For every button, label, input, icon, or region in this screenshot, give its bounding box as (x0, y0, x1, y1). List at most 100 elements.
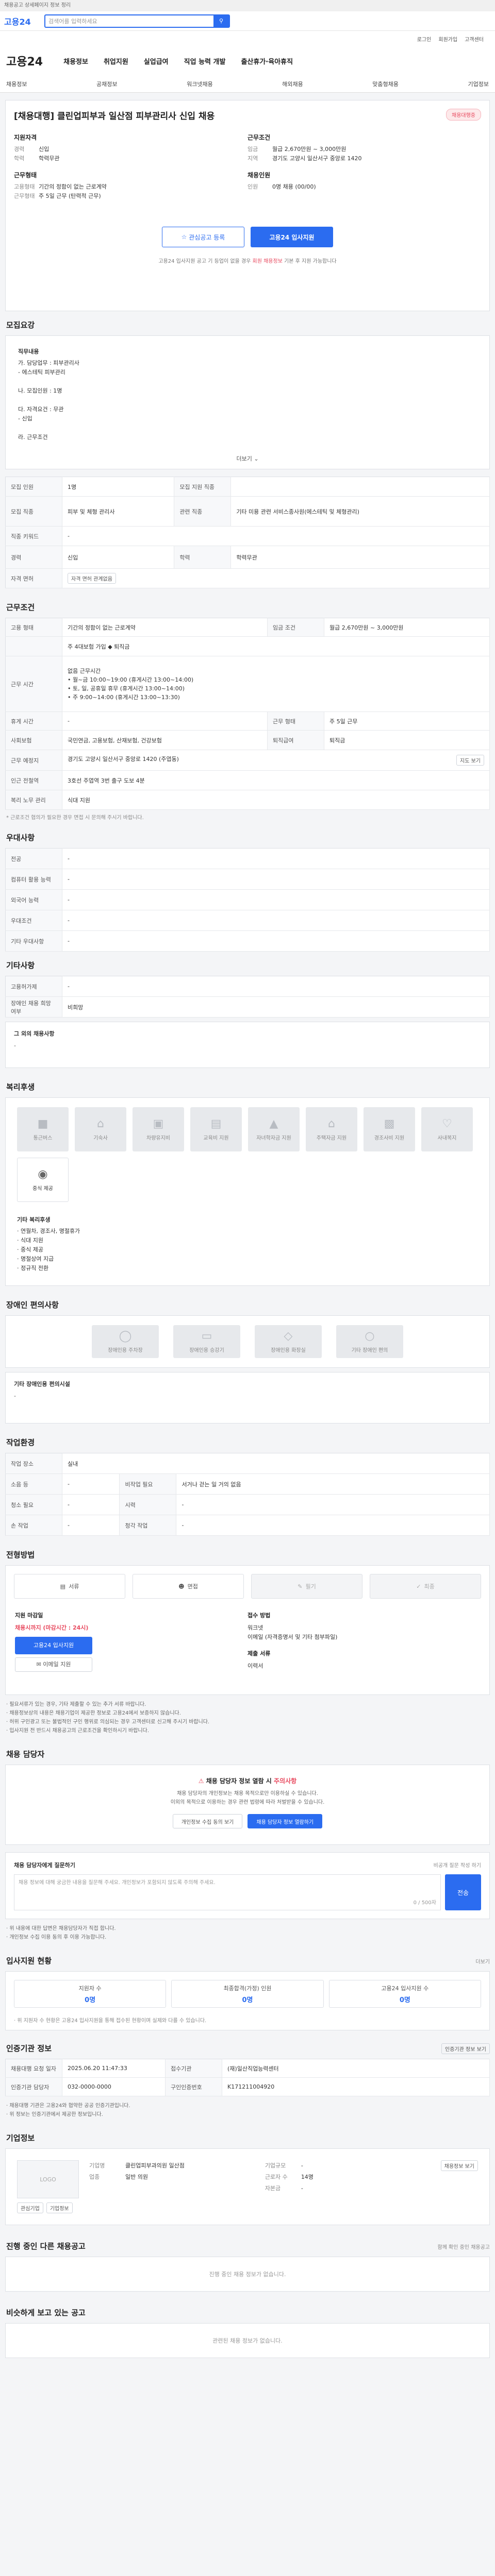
prefer-key: 전공 (5, 848, 62, 869)
prefer-value: - (62, 848, 490, 869)
warn-pre: 채용 담당자 정보 열람 시 (206, 1777, 274, 1785)
deadline-title: 지원 마감일 (15, 1612, 43, 1619)
etc-table: 고용허가제 - 장애인 채용 희망 여부 비희망 (5, 976, 490, 1018)
welfare-box: ■ 통근버스 ⌂ 기숙사 ▣ 차량유지비 ▤ 교육비 지원 ▲ 자녀학자금 지원 ⌂ 주택자… (5, 1097, 490, 1286)
welfare-item: · 중식 제공 (17, 1246, 43, 1253)
tile-label: 경조사비 지원 (374, 1136, 405, 1141)
tile-label: 기타 장애인 편의 (351, 1348, 388, 1353)
prefer-title: 우대사항 (6, 833, 35, 842)
env-key: 소음 등 (5, 1473, 62, 1495)
req-value: 학력무관 (230, 546, 490, 569)
top-bar: 채용공고 상세페이지 정보 정리 고용24 검색어를 입력하세요 ⚲ (0, 0, 495, 31)
req-key: 모집 지원 직종 (174, 477, 232, 497)
detail-more-link[interactable]: 더보기 ⌄ (6, 447, 489, 468)
gnb-menu-leave[interactable]: 출산휴가·육아휴직 (241, 56, 293, 66)
company-fav-button[interactable]: 관심기업 (17, 2202, 43, 2213)
cond-value: - (62, 711, 268, 731)
time-line: • 토, 일, 공휴일 휴무 (휴게시간 13:00~14:00) (68, 685, 185, 692)
disabled-tile: ▭ 장애인용 승강기 (173, 1325, 240, 1358)
kv-value: 기간의 정함이 없는 근로계약 (39, 183, 107, 190)
pencil-icon: ✎ (298, 1583, 303, 1590)
sub-menu-4[interactable]: 해외채용 (282, 80, 303, 88)
toilet-icon: ◇ (284, 1330, 293, 1343)
contact-warning: ⚠ 채용 담당자 정보 열람 시 주의사항 (17, 1776, 478, 1785)
search-placeholder: 검색어를 입력하세요 (48, 18, 97, 25)
prefer-key: 우대조건 (5, 910, 62, 931)
note-link[interactable]: 회원 채용정보 (253, 259, 283, 264)
scrap-button[interactable]: ☆ 관심공고 등록 (162, 227, 244, 247)
qa-private-link[interactable]: 비공개 질문 작성 하기 (434, 1861, 481, 1869)
gnb-menu-training[interactable]: 직업 능력 개발 (184, 56, 226, 66)
detail-line: - 신입 (18, 415, 32, 422)
stats-note: · 위 지원자 수 현황은 고용24 입사지원을 통해 접수된 현황이며 실제와… (14, 2018, 207, 2024)
util-login[interactable]: 로그인 (417, 35, 432, 43)
disabled-title: 장애인 편의사항 (6, 1300, 59, 1310)
more-jobs-right[interactable]: 함께 확인 중인 채용공고 (437, 2243, 490, 2250)
brand-logo[interactable]: 고용24 (6, 53, 43, 69)
welfare-tile: ▲ 자녀학자금 지원 (248, 1107, 300, 1151)
view-contact-button[interactable]: 채용 담당자 정보 열람하기 (248, 1814, 323, 1828)
qa-send-button[interactable]: 전송 (445, 1874, 481, 1910)
stats-more-link[interactable]: 더보기 (475, 1957, 490, 1965)
sub-menu-2[interactable]: 공채정보 (96, 80, 117, 88)
company-jobs-button[interactable]: 채용정보 보기 (440, 2160, 478, 2171)
etc-value: - (62, 976, 490, 997)
privacy-consent-button[interactable]: 개인정보 수집 동의 보기 (172, 1814, 243, 1828)
qa-title: 채용 담당자에게 질문하기 (14, 1862, 75, 1869)
info-more-button[interactable]: 인증기관 정보 보기 (441, 2043, 490, 2054)
top-logo[interactable]: 고용24 (4, 15, 40, 27)
elevator-icon: ▭ (201, 1330, 212, 1343)
company-value: 일반 의원 (125, 2174, 148, 2180)
sub-menu-1[interactable]: 채용정보 (6, 80, 27, 88)
apply-button[interactable]: 고용24 입사지원 (251, 227, 333, 247)
req-value: 1명 (62, 477, 175, 497)
qa-textarea[interactable]: 채용 정보에 대해 궁금한 내용을 질문해 주세요. 개인정보가 포함되지 않도… (14, 1874, 441, 1910)
disabled-tiles: ◯ 장애인용 주차장 ▭ 장애인용 승강기 ◇ 장애인용 화장실 ○ 기타 장애인 편의 (6, 1316, 489, 1367)
info-key: 인증기관 담당자 (5, 2077, 62, 2096)
deadline-value: 채용시까지 (마감시간 : 24시) (15, 1624, 89, 1631)
cap-icon: ▲ (269, 1117, 278, 1130)
search-input[interactable]: 검색어를 입력하세요 ⚲ (44, 14, 230, 28)
contact-text: 이외의 목적으로 이용하는 경우 관련 법령에 따라 처벌받을 수 있습니다. (170, 1800, 325, 1805)
cond-value: 월급 2,670만원 ~ 3,000만원 (324, 618, 490, 637)
gnb-menu-benefit[interactable]: 실업급여 (144, 56, 169, 66)
req-value (230, 477, 490, 497)
sub-menu-3[interactable]: 워크넷채용 (187, 80, 213, 88)
welfare-list-title: 기타 복리후생 (17, 1216, 51, 1223)
company-key: 자본금 (265, 2185, 281, 2192)
company-key: 업종 (89, 2174, 100, 2180)
company-info-button[interactable]: 기업정보 (46, 2202, 73, 2213)
company-key: 기업규모 (265, 2162, 286, 2169)
job-title: [채용대행] 클린업피부과 일산점 피부관리사 신입 채용 (14, 111, 215, 122)
welfare-tile: ■ 통근버스 (17, 1107, 69, 1151)
search-icon[interactable]: ⚲ (213, 15, 229, 27)
gnb-menu-jobs[interactable]: 채용정보 (63, 56, 88, 66)
sub-menu-5[interactable]: 맞춤형채용 (372, 80, 399, 88)
email-apply-button[interactable]: ✉ 이메일 지원 (15, 1657, 92, 1672)
welfare-tile: ♡ 사내복지 (421, 1107, 473, 1151)
disabled-box: ◯ 장애인용 주차장 ▭ 장애인용 승강기 ◇ 장애인용 화장실 ○ 기타 장애인 편의 (5, 1315, 490, 1368)
sub-menu-6[interactable]: 기업정보 (468, 80, 488, 88)
info-key: 구인인증번호 (165, 2077, 222, 2096)
gnb-menu-support[interactable]: 취업지원 (104, 56, 128, 66)
cond-value: 기간의 정함이 없는 근로계약 (62, 618, 268, 637)
time-cell: 없음 근무시간 • 월~금 10:00~19:00 (휴게시간 13:00~14… (62, 656, 490, 712)
cond-key: 근무 형태 (267, 711, 325, 731)
util-signup[interactable]: 회원가입 (438, 35, 457, 43)
people-icon: ☻ (178, 1583, 185, 1590)
step-written: ✎ 필기 (251, 1574, 362, 1599)
env-value: - (176, 1515, 490, 1536)
apply-note: 고용24 입사지원 공고 기 등업이 없을 경우 회원 채용정보 기본 후 지원… (14, 257, 481, 264)
util-help[interactable]: 고객센터 (465, 35, 484, 43)
map-button[interactable]: 지도 보기 (456, 755, 484, 766)
job-summary-left: 지원자격 경력 신입 학력 학력무관 근무형태 고용형태 기간의 정함이 없는 근로계… (14, 133, 248, 208)
etc-box: 그 외의 채용사항 - (5, 1022, 490, 1068)
env-value: - (176, 1494, 490, 1515)
alert-icon: ⚠ (198, 1777, 204, 1785)
env-key: 손 작업 (5, 1515, 62, 1536)
kv-key: 지역 (248, 155, 258, 162)
stat-label: 고용24 입사지원 수 (381, 1985, 429, 1992)
more-jobs-empty: 진행 중인 채용 정보가 없습니다. (5, 2257, 490, 2292)
req-key: 모집 인원 (5, 477, 62, 497)
apply-button-2[interactable]: 고용24 입사지원 (15, 1637, 92, 1654)
